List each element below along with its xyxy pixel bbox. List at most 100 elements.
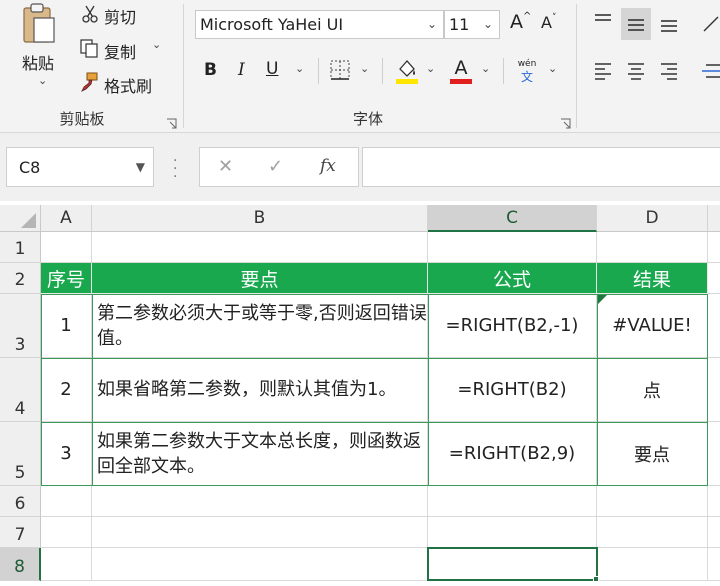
column-header-d[interactable]: D: [597, 205, 708, 232]
chevron-down-icon[interactable]: ⌄: [483, 17, 493, 31]
decrease-font-size-button[interactable]: A˅: [541, 13, 556, 32]
font-color-dropdown-icon[interactable]: ⌄: [481, 62, 490, 75]
column-header-b[interactable]: B: [92, 205, 428, 232]
table-header-index[interactable]: 序号: [41, 263, 92, 294]
cell-a5[interactable]: 3: [41, 422, 92, 486]
cell-e6[interactable]: [708, 486, 720, 517]
format-painter-icon[interactable]: [78, 71, 100, 93]
paste-icon[interactable]: [14, 2, 62, 46]
cut-icon[interactable]: [80, 4, 100, 24]
name-box[interactable]: C8 ▼: [6, 147, 154, 187]
cell-c3[interactable]: =RIGHT(B2,-1): [428, 294, 597, 358]
cell-d8[interactable]: [597, 548, 708, 581]
enter-icon[interactable]: ✓: [268, 156, 283, 177]
cell-a4[interactable]: 2: [41, 358, 92, 422]
row-header-2[interactable]: 2: [0, 263, 41, 294]
cell-d7[interactable]: [597, 517, 708, 548]
row-header-1[interactable]: 1: [0, 232, 41, 263]
table-header-result[interactable]: 结果: [597, 263, 708, 294]
table-header-point[interactable]: 要点: [92, 263, 428, 294]
cell-b3[interactable]: 第二参数必须大于或等于零,否则返回错误值。: [92, 294, 428, 358]
font-name-combobox[interactable]: Microsoft YaHei UI ⌄: [195, 10, 444, 39]
paste-dropdown-icon[interactable]: ⌄: [38, 74, 47, 87]
borders-dropdown-icon[interactable]: ⌄: [360, 62, 369, 75]
fill-handle[interactable]: [593, 576, 599, 582]
cell-a6[interactable]: [41, 486, 92, 517]
cell-b7[interactable]: [92, 517, 428, 548]
bold-button[interactable]: B: [204, 60, 217, 80]
chevron-down-icon[interactable]: ⌄: [427, 17, 437, 31]
italic-button[interactable]: I: [238, 60, 245, 80]
clipboard-dialog-launcher-icon[interactable]: [166, 114, 177, 129]
table-header-formula[interactable]: 公式: [428, 263, 597, 294]
row-header-4[interactable]: 4: [0, 358, 41, 422]
paste-label[interactable]: 粘贴: [22, 50, 54, 74]
align-middle-icon[interactable]: [621, 8, 651, 40]
error-indicator-icon[interactable]: [598, 295, 607, 304]
cell-e2[interactable]: [708, 263, 720, 294]
font-dialog-launcher-icon[interactable]: [560, 114, 571, 129]
select-all-corner[interactable]: [0, 205, 41, 232]
cell-e4[interactable]: [708, 358, 720, 422]
row-header-6[interactable]: 6: [0, 486, 41, 517]
cell-e1[interactable]: [708, 232, 720, 263]
font-size-combobox[interactable]: 11 ⌄: [444, 10, 500, 39]
cancel-icon[interactable]: ✕: [218, 156, 233, 177]
cell-c4[interactable]: =RIGHT(B2): [428, 358, 597, 422]
insert-function-icon[interactable]: fx: [320, 156, 336, 176]
row-header-5[interactable]: 5: [0, 422, 41, 486]
borders-icon[interactable]: [328, 58, 352, 82]
align-center-icon[interactable]: [623, 58, 649, 84]
cell-c6[interactable]: [428, 486, 597, 517]
align-bottom-icon[interactable]: [656, 8, 682, 38]
align-top-icon[interactable]: [590, 8, 616, 34]
cell-b6[interactable]: [92, 486, 428, 517]
more-options-icon[interactable]: · · ·: [173, 154, 177, 184]
cell-d1[interactable]: [597, 232, 708, 263]
chevron-down-icon[interactable]: ▼: [136, 160, 145, 174]
align-right-icon[interactable]: [656, 58, 682, 84]
cell-d5[interactable]: 要点: [597, 422, 708, 486]
cell-e5[interactable]: [708, 422, 720, 486]
cell-e3[interactable]: [708, 294, 720, 358]
column-header-a[interactable]: A: [41, 205, 92, 232]
copy-icon[interactable]: [78, 37, 100, 59]
format-painter-label[interactable]: 格式刷: [104, 73, 152, 97]
formula-input[interactable]: [362, 147, 720, 187]
cell-b1[interactable]: [92, 232, 428, 263]
row-header-3[interactable]: 3: [0, 294, 41, 358]
cell-e8[interactable]: [708, 548, 720, 581]
cell-d4[interactable]: 点: [597, 358, 708, 422]
active-cell-selection[interactable]: [427, 547, 598, 581]
copy-label[interactable]: 复制: [104, 39, 136, 63]
phonetic-guide-icon[interactable]: wén 文: [513, 56, 541, 86]
align-left-icon[interactable]: [590, 58, 616, 84]
cell-a1[interactable]: [41, 232, 92, 263]
cell-c7[interactable]: [428, 517, 597, 548]
cell-c5[interactable]: =RIGHT(B2,9): [428, 422, 597, 486]
fill-color-icon[interactable]: [394, 56, 420, 86]
cell-e7[interactable]: [708, 517, 720, 548]
cell-a8[interactable]: [41, 548, 92, 581]
cell-a7[interactable]: [41, 517, 92, 548]
cut-label[interactable]: 剪切: [104, 4, 136, 28]
cell-d6[interactable]: [597, 486, 708, 517]
cell-b8[interactable]: [92, 548, 428, 581]
cell-b4[interactable]: 如果省略第二参数，则默认其值为1。: [92, 358, 428, 422]
column-header-e[interactable]: [708, 205, 720, 232]
font-color-icon[interactable]: A: [448, 54, 474, 86]
row-header-8[interactable]: 8: [0, 548, 41, 581]
cell-d3[interactable]: #VALUE!: [597, 294, 708, 358]
indent-icon[interactable]: [700, 58, 720, 84]
underline-button[interactable]: U: [266, 59, 278, 79]
cell-a3[interactable]: 1: [41, 294, 92, 358]
fill-color-dropdown-icon[interactable]: ⌄: [426, 62, 435, 75]
copy-dropdown-icon[interactable]: ⌄: [152, 38, 161, 51]
column-header-c[interactable]: C: [428, 205, 597, 232]
row-header-7[interactable]: 7: [0, 517, 41, 548]
orientation-icon[interactable]: [700, 10, 720, 36]
cell-c1[interactable]: [428, 232, 597, 263]
phonetic-dropdown-icon[interactable]: ⌄: [548, 62, 557, 75]
increase-font-size-button[interactable]: A^: [510, 11, 531, 33]
cell-b5[interactable]: 如果第二参数大于文本总长度，则函数返回全部文本。: [92, 422, 428, 486]
